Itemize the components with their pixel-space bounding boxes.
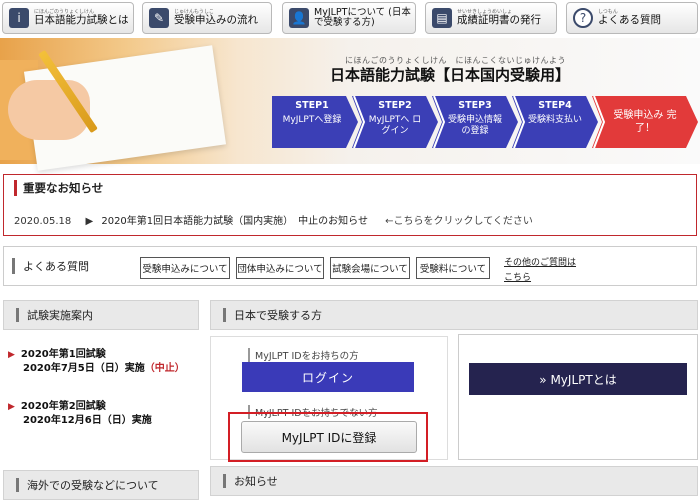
triangle-right-icon: ▶ bbox=[8, 402, 15, 412]
about-myjlpt-button[interactable]: » MyJLPTとは bbox=[469, 363, 687, 395]
step-2: STEP2 MyJLPTへ ログイン bbox=[352, 96, 438, 148]
step-flow: STEP1 MyJLPTへ登録 STEP2 MyJLPTへ ログイン STEP3 受験… bbox=[272, 96, 698, 148]
myjlpt-info-panel bbox=[458, 334, 698, 460]
faq-chip-group[interactable]: 団体申込みについて bbox=[236, 257, 324, 279]
certificate-icon: ▤ bbox=[432, 8, 452, 28]
cancelled-label: （中止） bbox=[144, 362, 185, 374]
has-id-label: MyJLPT IDをお持ちの方 bbox=[248, 348, 359, 362]
news-header: お知らせ bbox=[210, 466, 698, 496]
faq-other-link[interactable]: その他のご質問は bbox=[504, 255, 576, 268]
info-icon: i bbox=[9, 8, 29, 28]
notice-link[interactable]: 2020年第1回日本語能力試験（国内実施） 中止のお知らせ bbox=[101, 216, 368, 227]
question-icon: ? bbox=[573, 8, 593, 28]
exam-item[interactable]: ▶ 2020年第1回試験 2020年7月5日（日）実施（中止） bbox=[8, 348, 185, 375]
faq-chip-venue[interactable]: 試験会場について bbox=[330, 257, 410, 279]
nav-about-myjlpt[interactable]: 👤 MyJLPTについて (日本で受験する方) bbox=[282, 2, 416, 34]
arrow-right-icon: ▶ bbox=[85, 216, 94, 227]
nav-application-flow[interactable]: ✎ じゅけんもうしこ 受験申込みの流れ bbox=[142, 2, 272, 34]
highlight-box bbox=[228, 412, 428, 462]
nav-score-certificate[interactable]: ▤ せいせきしょうめいしょ 成績証明書の発行 bbox=[425, 2, 557, 34]
exam-info-header: 試験実施案内 bbox=[3, 300, 199, 330]
faq-chip-fee[interactable]: 受験料について bbox=[416, 257, 490, 279]
pencil-icon: ✎ bbox=[149, 8, 169, 28]
step-4: STEP4 受験料支払い bbox=[512, 96, 598, 148]
notice-hint: ←こちらをクリックしてください bbox=[385, 216, 533, 227]
japan-exam-header: 日本で受験する方 bbox=[210, 300, 698, 330]
faq-title: よくある質問 bbox=[12, 258, 89, 274]
top-navigation: i にほんごのうりょくしけん 日本語能力試験とは ✎ じゅけんもうしこ 受験申込みの… bbox=[0, 0, 700, 36]
step-1: STEP1 MyJLPTへ登録 bbox=[272, 96, 358, 148]
nav-about-jlpt[interactable]: i にほんごのうりょくしけん 日本語能力試験とは bbox=[2, 2, 134, 34]
login-button[interactable]: ログイン bbox=[242, 362, 414, 392]
step-complete: 受験申込み 完了！ bbox=[592, 96, 698, 148]
exam-item[interactable]: ▶ 2020年第2回試験 2020年12月6日（日）実施 bbox=[8, 400, 152, 427]
triangle-right-icon: ▶ bbox=[8, 350, 15, 360]
notice-title: 重要なお知らせ bbox=[14, 180, 103, 196]
faq-chip-application[interactable]: 受験申込みについて bbox=[140, 257, 230, 279]
overseas-exam-header[interactable]: 海外での受験などについて bbox=[3, 470, 199, 500]
notice-date: 2020.05.18 bbox=[14, 216, 72, 227]
hero-title: 日本語能力試験【日本国内受験用】 bbox=[330, 66, 571, 84]
faq-here-link[interactable]: こちら bbox=[504, 270, 531, 283]
step-3: STEP3 受験申込情報 の登録 bbox=[432, 96, 518, 148]
user-icon: 👤 bbox=[289, 8, 309, 28]
nav-faq[interactable]: ? しつもん よくある質問 bbox=[566, 2, 698, 34]
notice-item[interactable]: 2020.05.18 ▶ 2020年第1回日本語能力試験（国内実施） 中止のお知… bbox=[14, 212, 533, 227]
